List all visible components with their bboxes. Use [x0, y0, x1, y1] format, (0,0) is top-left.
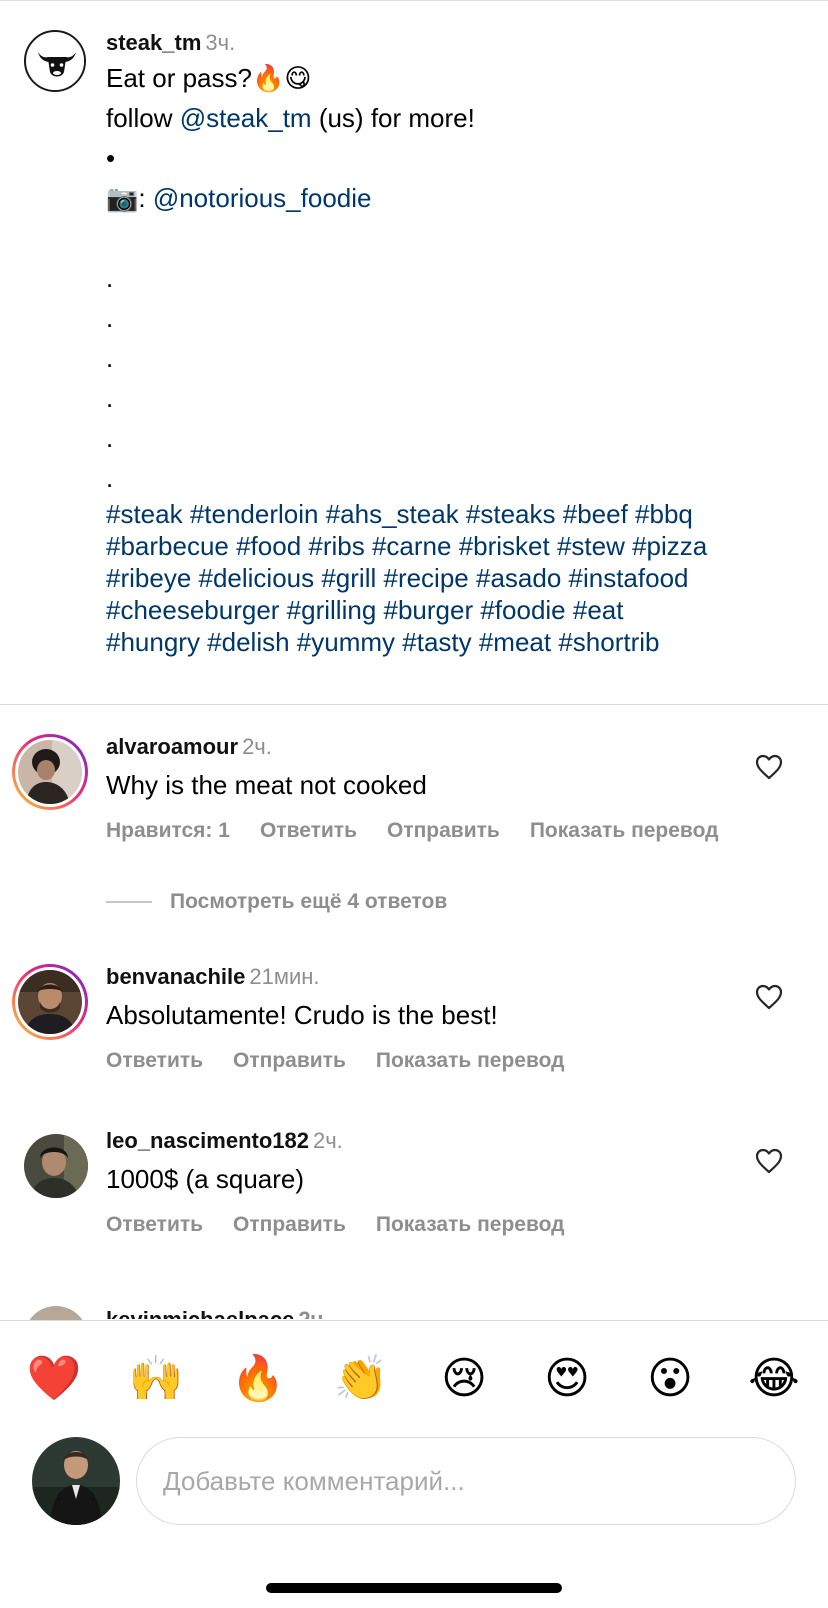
comment-avatar[interactable] [12, 964, 88, 1040]
caption-dot: . [106, 463, 114, 493]
bull-logo-icon [27, 33, 84, 90]
user-photo-icon [18, 970, 82, 1034]
send-button[interactable]: Отправить [387, 819, 500, 842]
post-caption: steak_tm 3ч. Eat or pass?🔥😋 follow @steak… [0, 0, 828, 704]
comment-time: 21мин. [249, 964, 320, 989]
hashtag-block[interactable]: #steak #tenderloin #ahs_steak #steaks #b… [106, 498, 806, 658]
photo-credit-link[interactable]: @notorious_foodie [153, 183, 372, 213]
comment-username[interactable]: alvaroamour [106, 734, 238, 759]
reaction-crying-icon[interactable]: 😢 [434, 1349, 494, 1409]
caption-dot: . [106, 343, 114, 373]
comment-avatar[interactable] [24, 1306, 88, 1320]
caption-divider [0, 704, 828, 705]
translate-button[interactable]: Показать перевод [376, 1049, 565, 1072]
caption-follow-line: follow @steak_tm (us) for more! [106, 103, 475, 133]
reaction-heart-eyes-icon[interactable]: 😍 [537, 1349, 597, 1409]
user-photo-icon [24, 1134, 88, 1198]
comment-time: 2ч [298, 1307, 323, 1319]
like-heart-icon[interactable] [755, 1148, 783, 1174]
comment-username[interactable]: benvanachile [106, 964, 245, 989]
likes-count[interactable]: Нравится: 1 [106, 819, 230, 842]
caption-line-1: Eat or pass?🔥😋 [106, 63, 312, 93]
reaction-clap-icon[interactable]: 👏 [331, 1349, 391, 1409]
caption-dot: . [106, 423, 114, 453]
translate-button[interactable]: Показать перевод [530, 819, 719, 842]
comment-avatar[interactable] [12, 734, 88, 810]
send-button[interactable]: Отправить [233, 1213, 346, 1236]
reply-button[interactable]: Ответить [106, 1049, 203, 1072]
hashtag-line[interactable]: #hungry #delish #yummy #tasty #meat #sho… [106, 626, 806, 658]
view-replies-label[interactable]: Посмотреть ещё 4 ответов [170, 890, 447, 914]
send-button[interactable]: Отправить [233, 1049, 346, 1072]
view-more-replies[interactable]: Посмотреть ещё 4 ответов [106, 890, 447, 914]
mention-link[interactable]: @steak_tm [180, 103, 312, 133]
caption-photo-credit: 📷: @notorious_foodie [106, 183, 372, 213]
replies-rule [106, 901, 152, 903]
quick-reactions: ❤️ 🙌 🔥 👏 😢 😍 😮 😂 [0, 1349, 828, 1409]
user-photo-icon [18, 740, 82, 804]
hashtag-line[interactable]: #barbecue #food #ribs #carne #brisket #s… [106, 530, 806, 562]
reaction-fire-icon[interactable]: 🔥 [228, 1349, 288, 1409]
reaction-raised-hands-icon[interactable]: 🙌 [126, 1349, 186, 1409]
caption-dot: . [106, 383, 114, 413]
post-time: 3ч. [205, 30, 236, 55]
comment-text: Absolutamente! Crudo is the best! [106, 1000, 498, 1030]
caption-bullet: • [106, 143, 116, 173]
caption-dot: . [106, 303, 114, 333]
reaction-surprised-icon[interactable]: 😮 [640, 1349, 700, 1409]
author-avatar[interactable] [24, 30, 86, 92]
current-user-avatar[interactable] [32, 1437, 120, 1525]
comment-text: 1000$ (a square) [106, 1164, 305, 1194]
comment-input[interactable] [136, 1437, 796, 1525]
caption-dot: . [106, 263, 114, 293]
post-author-name[interactable]: steak_tm [106, 30, 201, 55]
comment-composer-bar: ❤️ 🙌 🔥 👏 😢 😍 😮 😂 [0, 1320, 828, 1608]
reaction-heart-icon[interactable]: ❤️ [24, 1349, 84, 1409]
comment-text: Why is the meat not cooked [106, 770, 427, 800]
user-photo-icon [32, 1437, 120, 1525]
reply-button[interactable]: Ответить [106, 1213, 203, 1236]
reply-button[interactable]: Ответить [260, 819, 357, 842]
comment-time: 2ч. [242, 734, 272, 759]
translate-button[interactable]: Показать перевод [376, 1213, 565, 1236]
comment-username[interactable]: kevinmichaelpace [106, 1307, 294, 1319]
reaction-laughing-icon[interactable]: 😂 [744, 1349, 804, 1409]
hashtag-line[interactable]: #cheeseburger #grilling #burger #foodie … [106, 594, 806, 626]
comment-avatar[interactable] [24, 1134, 88, 1198]
camera-icon: 📷 [106, 183, 139, 213]
partial-comment-header: kevinmichaelpace 2ч [106, 1305, 323, 1319]
home-indicator [266, 1583, 562, 1593]
like-heart-icon[interactable] [755, 754, 783, 780]
like-heart-icon[interactable] [755, 984, 783, 1010]
hashtag-line[interactable]: #ribeye #delicious #grill #recipe #asado… [106, 562, 806, 594]
comment-time: 2ч. [312, 1128, 343, 1153]
comment-username[interactable]: leo_nascimento182 [106, 1128, 309, 1153]
hashtag-line[interactable]: #steak #tenderloin #ahs_steak #steaks #b… [106, 498, 806, 530]
